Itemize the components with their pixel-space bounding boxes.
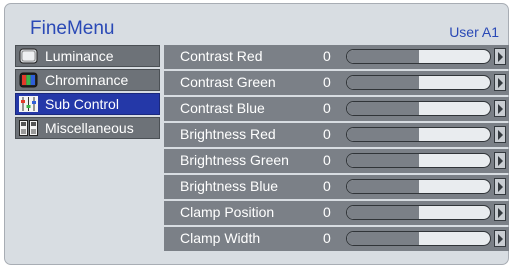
param-row[interactable]: Clamp Position 0: [164, 201, 509, 225]
param-value: 0: [323, 74, 331, 90]
param-slider[interactable]: [346, 205, 491, 220]
param-slider[interactable]: [346, 49, 491, 64]
parameter-list: Contrast Red 0 Contrast Green 0 Contrast Blu…: [164, 45, 509, 253]
param-label: Contrast Red: [180, 48, 263, 64]
param-row[interactable]: Brightness Green 0: [164, 149, 509, 173]
arrow-right-icon[interactable]: [494, 178, 506, 195]
user-label: User A1: [449, 24, 499, 40]
sliders-icon: [19, 96, 38, 112]
sidebar-item-label: Luminance: [45, 48, 114, 64]
sidebar-item-label: Sub Control: [45, 96, 119, 112]
menu-title: FineMenu: [30, 18, 115, 39]
param-label: Brightness Blue: [180, 178, 279, 194]
slider-fill: [347, 154, 419, 167]
slider-fill: [347, 102, 419, 115]
param-slider[interactable]: [346, 75, 491, 90]
param-row[interactable]: Brightness Blue 0: [164, 175, 509, 199]
slider-fill: [347, 76, 419, 89]
param-value: 0: [323, 48, 331, 64]
param-label: Brightness Red: [180, 126, 276, 142]
arrow-right-icon[interactable]: [494, 100, 506, 117]
param-slider[interactable]: [346, 231, 491, 246]
param-value: 0: [323, 126, 331, 142]
sidebar-item-miscellaneous[interactable]: Miscellaneous: [15, 117, 160, 139]
sidebar-item-sub-control[interactable]: Sub Control: [15, 93, 160, 115]
param-row[interactable]: Brightness Red 0: [164, 123, 509, 147]
slider-fill: [347, 50, 419, 63]
param-value: 0: [323, 230, 331, 246]
param-row[interactable]: Clamp Width 0: [164, 227, 509, 251]
slider-fill: [347, 180, 419, 193]
arrow-right-icon[interactable]: [494, 152, 506, 169]
slider-fill: [347, 232, 419, 245]
finemenu-panel: FineMenu User A1 Luminance Chrominance S…: [4, 3, 509, 265]
param-row[interactable]: Contrast Green 0: [164, 71, 509, 95]
slider-fill: [347, 206, 419, 219]
arrow-right-icon[interactable]: [494, 126, 506, 143]
arrow-right-icon[interactable]: [494, 74, 506, 91]
param-value: 0: [323, 204, 331, 220]
param-label: Contrast Blue: [180, 100, 265, 116]
color-monitor-icon: [19, 72, 38, 88]
param-slider[interactable]: [346, 127, 491, 142]
param-value: 0: [323, 152, 331, 168]
param-label: Clamp Width: [180, 230, 261, 246]
sidebar-item-label: Miscellaneous: [45, 120, 134, 136]
param-slider[interactable]: [346, 179, 491, 194]
misc-grid-icon: [19, 120, 38, 136]
arrow-right-icon[interactable]: [494, 230, 506, 247]
param-slider[interactable]: [346, 153, 491, 168]
arrow-right-icon[interactable]: [494, 48, 506, 65]
sidebar-item-label: Chrominance: [45, 72, 129, 88]
param-label: Contrast Green: [180, 74, 276, 90]
param-label: Brightness Green: [180, 152, 289, 168]
slider-fill: [347, 128, 419, 141]
param-label: Clamp Position: [180, 204, 275, 220]
param-slider[interactable]: [346, 101, 491, 116]
param-row[interactable]: Contrast Blue 0: [164, 97, 509, 121]
arrow-right-icon[interactable]: [494, 204, 506, 221]
param-value: 0: [323, 178, 331, 194]
sidebar-item-chrominance[interactable]: Chrominance: [15, 69, 160, 91]
sidebar: Luminance Chrominance Sub Control Miscel…: [15, 45, 160, 141]
monitor-icon: [19, 48, 38, 64]
param-value: 0: [323, 100, 331, 116]
sidebar-item-luminance[interactable]: Luminance: [15, 45, 160, 67]
param-row[interactable]: Contrast Red 0: [164, 45, 509, 69]
